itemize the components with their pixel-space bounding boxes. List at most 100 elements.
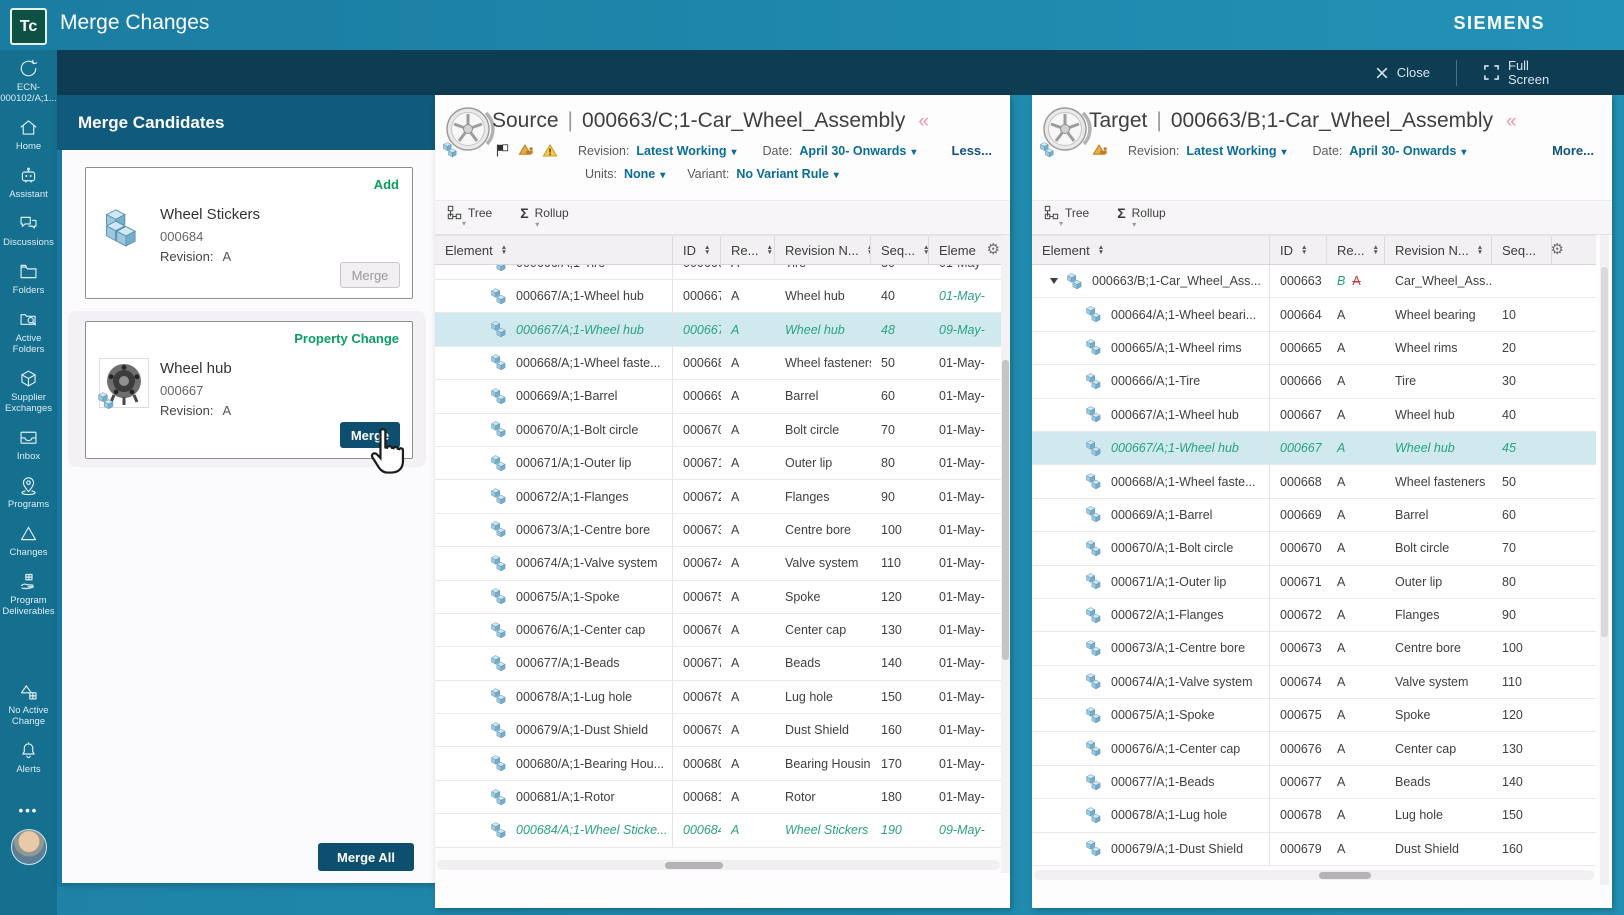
variant-dropdown[interactable]: No Variant Rule: [736, 167, 838, 181]
avatar[interactable]: [10, 829, 47, 865]
table-row[interactable]: 000674/A;1-Valve system 000674 A Valve syst…: [1032, 665, 1596, 700]
column-header-element[interactable]: Element ▲ ▼: [1032, 236, 1270, 264]
source-horizontal-scrollbar[interactable]: [437, 860, 1000, 870]
sidebar-item-programs[interactable]: Programs: [8, 475, 49, 510]
table-row[interactable]: 000667/A;1-Wheel hub 000667 A Wheel hub 40 01…: [435, 280, 1002, 314]
table-row[interactable]: 000678/A;1-Lug hole 000678 A Lug hole 150 01-…: [435, 680, 1002, 715]
target-horizontal-scrollbar[interactable]: [1034, 870, 1594, 880]
table-row[interactable]: 000665/A;1-Wheel rims 000665 A Wheel rims 20: [1032, 331, 1596, 366]
column-header-revisionn[interactable]: Revision N...▲▼: [1385, 236, 1492, 264]
table-row[interactable]: 000668/A;1-Wheel faste... 000668 A Wheel fa…: [1032, 465, 1596, 499]
expand-caret[interactable]: [1050, 278, 1058, 285]
sidebar-item-active-folders[interactable]: Active Folders: [13, 309, 44, 355]
merge-all-button[interactable]: Merge All: [318, 843, 414, 871]
id-cell: 000669: [683, 389, 721, 404]
sidebar-item-profile[interactable]: [10, 829, 47, 865]
table-row[interactable]: 000675/A;1-Spoke 000675 A Spoke 120: [1032, 699, 1596, 733]
table-row[interactable]: 000666/A;1-Tire 000666ATire3001-May-: [435, 265, 1002, 280]
table-row[interactable]: 000673/A;1-Centre bore 000673 A Centre bore…: [435, 513, 1002, 548]
table-row[interactable]: 000684/A;1-Wheel Sticke... 000684 A Wheel S…: [435, 814, 1002, 848]
table-row[interactable]: 000669/A;1-Barrel 000669 A Barrel 60: [1032, 498, 1596, 533]
table-row[interactable]: 000679/A;1-Dust Shield 000679 A Dust Shield…: [435, 714, 1002, 748]
table-row[interactable]: 000668/A;1-Wheel faste... 000668 A Wheel fa…: [435, 346, 1002, 381]
table-row[interactable]: 000667/A;1-Wheel hub 000667 A Wheel hub 45: [1032, 431, 1596, 466]
sidebar-item-discussions[interactable]: Discussions: [3, 213, 54, 248]
sidebar-item-changes[interactable]: Changes: [9, 523, 48, 558]
rollup-button[interactable]: Σ Rollup: [1117, 205, 1165, 228]
sequence-cell: 120: [1502, 708, 1523, 723]
collapse-panel-button[interactable]: «: [918, 111, 929, 133]
candidate-revision: Revision: A: [160, 403, 232, 418]
source-vertical-scrollbar[interactable]: [1001, 235, 1010, 873]
units-dropdown[interactable]: None: [624, 167, 665, 181]
sidebar-item-alerts[interactable]: Alerts: [16, 740, 41, 775]
target-vertical-scrollbar[interactable]: [1600, 235, 1609, 885]
table-row[interactable]: 000667/A;1-Wheel hub 000667 A Wheel hub 40: [1032, 398, 1596, 432]
column-settings-icon[interactable]: ⚙: [987, 240, 1000, 258]
table-row[interactable]: 000671/A;1-Outer lip 000671 A Outer lip 80 01…: [435, 446, 1002, 481]
table-row[interactable]: 000667/A;1-Wheel hub 000667 A Wheel hub 48 09…: [435, 313, 1002, 347]
column-header-revisionn[interactable]: Revision N...▲▼: [775, 236, 871, 264]
table-row[interactable]: 000676/A;1-Center cap 000676 A Center cap 13…: [435, 613, 1002, 648]
column-header-element[interactable]: Element ▲ ▼: [435, 236, 673, 264]
collapse-panel-button[interactable]: «: [1506, 111, 1517, 133]
revision-dropdown[interactable]: Latest Working: [1186, 144, 1286, 158]
table-row[interactable]: 000678/A;1-Lug hole 000678 A Lug hole 150: [1032, 799, 1596, 833]
table-row[interactable]: 000666/A;1-Tire 000666 A Tire 30: [1032, 365, 1596, 399]
fullscreen-button[interactable]: Full Screen: [1483, 58, 1558, 87]
table-row[interactable]: 000676/A;1-Center cap 000676 A Center cap 13…: [1032, 732, 1596, 766]
revision-dropdown[interactable]: Latest Working: [636, 144, 736, 158]
sidebar-item-inbox[interactable]: Inbox: [17, 427, 40, 462]
sidebar-item-home[interactable]: Home: [16, 117, 41, 152]
table-row[interactable]: 000680/A;1-Bearing Hou... 000680 A Bearing …: [435, 747, 1002, 781]
more-options-icon[interactable]: •••: [19, 804, 39, 817]
table-row[interactable]: 000663/B;1-Car_Wheel_Ass... 000663 B A Car_W…: [1032, 265, 1596, 299]
table-row[interactable]: 000674/A;1-Valve system 000674 A Valve syst…: [435, 547, 1002, 581]
column-header-seq[interactable]: Seq...: [1492, 236, 1552, 264]
column-header-re[interactable]: Re... ▲ ▼: [1327, 236, 1385, 264]
teamcenter-logo: Tc: [10, 8, 47, 45]
tree-view-button[interactable]: Tree: [447, 205, 492, 227]
column-header-id[interactable]: ID ▲ ▼: [673, 236, 721, 264]
table-row[interactable]: 000673/A;1-Centre bore 000673 A Centre bore…: [1032, 632, 1596, 666]
bell-icon: [22, 742, 35, 759]
element-cell: 000684/A;1-Wheel Sticke...: [435, 814, 673, 847]
sidebar-item-assistant[interactable]: Assistant: [9, 165, 48, 200]
column-header-id[interactable]: ID ▲ ▼: [1270, 236, 1327, 264]
element-cell: 000671/A;1-Outer lip: [435, 446, 673, 480]
sidebar-item-no-active-change[interactable]: No Active Change: [8, 681, 49, 727]
pin-icon: [21, 477, 36, 496]
table-row[interactable]: 000670/A;1-Bolt circle 000670 A Bolt circle…: [435, 413, 1002, 447]
more-toggle[interactable]: More...: [1552, 143, 1598, 158]
element-label: 000667/A;1-Wheel hub: [516, 289, 644, 304]
table-row[interactable]: 000677/A;1-Beads 000677 A Beads 140 01-May-: [435, 647, 1002, 681]
less-toggle[interactable]: Less...: [952, 143, 996, 158]
rollup-button[interactable]: Σ Rollup: [520, 205, 568, 228]
table-row[interactable]: 000670/A;1-Bolt circle 000670 A Bolt circle…: [1032, 532, 1596, 566]
table-row[interactable]: 000669/A;1-Barrel 000669 A Barrel 60 01-May-: [435, 380, 1002, 414]
column-header-re[interactable]: Re... ▲ ▼: [721, 236, 775, 264]
merge-button-disabled[interactable]: Merge: [340, 262, 400, 288]
sidebar-item-folders[interactable]: Folders: [13, 261, 44, 296]
sidebar-item-supplier-exchanges[interactable]: Supplier Exchanges: [5, 368, 52, 414]
table-row[interactable]: 000672/A;1-Flanges 000672 A Flanges 90: [1032, 598, 1596, 633]
sidebar-item-more[interactable]: •••: [19, 804, 39, 817]
date-dropdown[interactable]: April 30- Onwards: [1349, 144, 1466, 158]
table-row[interactable]: 000679/A;1-Dust Shield 000679 A Dust Shield…: [1032, 832, 1596, 867]
table-row[interactable]: 000677/A;1-Beads 000677 A Beads 140: [1032, 765, 1596, 800]
id-cell: 000666: [1280, 374, 1322, 389]
tree-view-button[interactable]: Tree: [1044, 205, 1089, 227]
column-settings-icon[interactable]: ⚙: [1551, 240, 1564, 258]
table-row[interactable]: 000664/A;1-Wheel beari... 000664 A Wheel be…: [1032, 298, 1596, 332]
merge-candidate-card-wheel-stickers[interactable]: Add Wheel Stickers 000684 Revision: A Mer…: [85, 167, 413, 299]
column-header-seq[interactable]: Seq... ▲ ▼: [871, 236, 929, 264]
table-row[interactable]: 000675/A;1-Spoke 000675 A Spoke 120 01-May-: [435, 580, 1002, 614]
close-button[interactable]: Close: [1375, 65, 1430, 80]
date-dropdown[interactable]: April 30- Onwards: [799, 144, 916, 158]
table-row[interactable]: 000681/A;1-Rotor 000681 A Rotor 180 01-May-: [435, 780, 1002, 815]
sidebar-item-program-deliverables[interactable]: Program Deliverables: [2, 571, 55, 617]
table-row[interactable]: 000671/A;1-Outer lip 000671 A Outer lip 80: [1032, 565, 1596, 599]
table-row[interactable]: 000672/A;1-Flanges 000672 A Flanges 90 01-May…: [435, 480, 1002, 514]
sidebar-item-label: Program Deliverables: [2, 595, 55, 617]
sidebar-item-ecn[interactable]: ECN- 000102/A;1...: [0, 58, 57, 104]
